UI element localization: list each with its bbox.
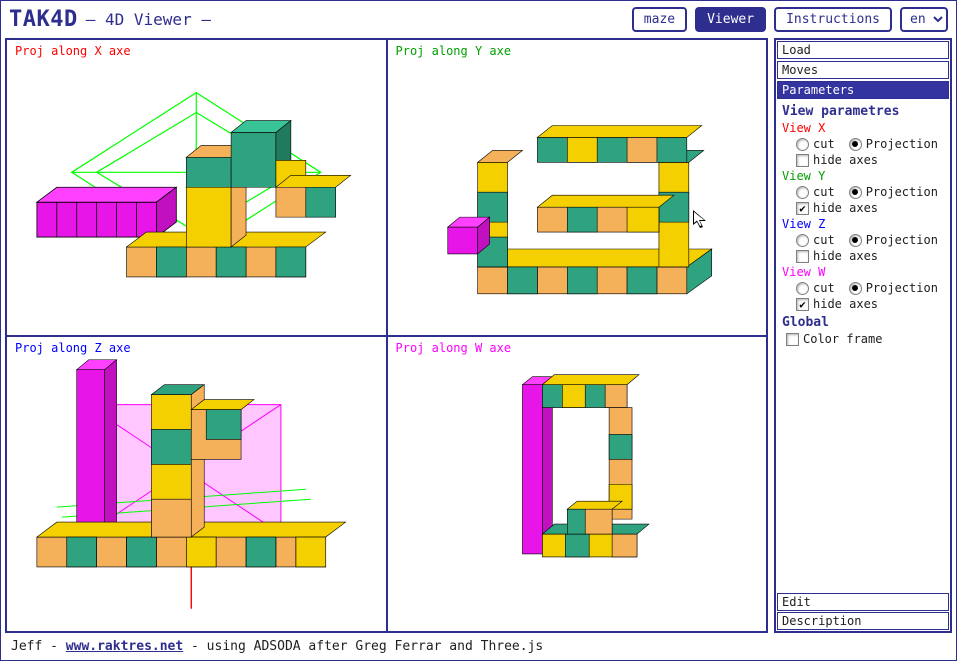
instructions-button[interactable]: Instructions [774,7,892,32]
sidebar-footer: Edit Description [776,592,950,631]
radio-projection-y[interactable] [849,186,862,199]
label-cut: cut [813,137,835,151]
color-frame-checkbox[interactable] [786,333,799,346]
maze-button[interactable]: maze [632,7,687,32]
label-projection: Projection [866,281,938,295]
language-select[interactable]: en [900,7,948,32]
view-group-label-w: View W [782,265,944,279]
view-z-canvas [7,337,386,632]
radio-projection-w[interactable] [849,282,862,295]
radio-cut-y[interactable] [796,186,809,199]
mode-row-y: cut Projection [782,185,944,199]
app-title: TAK4D [9,7,78,32]
view-group-label-y: View Y [782,169,944,183]
tab-edit[interactable]: Edit [777,593,949,611]
view-w-canvas [388,337,767,632]
radio-cut-x[interactable] [796,138,809,151]
footer: Jeff - www.raktres.net - using ADSODA af… [5,633,952,656]
sidebar: Load Moves Parameters View parametres Vi… [774,38,952,633]
label-projection: Projection [866,137,938,151]
views-grid: Proj along X axe [5,38,768,633]
label-hideaxes: hide axes [813,297,878,311]
view-w[interactable]: Proj along W axe [388,337,767,632]
view-group-x: View X cut Projection hide axes [782,121,944,167]
label-projection: Projection [866,185,938,199]
tab-parameters[interactable]: Parameters [777,81,949,99]
check-hideaxes-w[interactable] [796,298,809,311]
main: Proj along X axe [5,38,952,633]
tab-moves[interactable]: Moves [777,61,949,79]
footer-suffix: - using ADSODA after Greg Ferrar and Thr… [191,639,543,654]
view-y-canvas [388,40,767,335]
mode-row-x: cut Projection [782,137,944,151]
hideaxes-row-y: hide axes [782,201,944,215]
radio-cut-w[interactable] [796,282,809,295]
check-hideaxes-x[interactable] [796,154,809,167]
tab-load[interactable]: Load [777,41,949,59]
view-group-z: View Z cut Projection hide axes [782,217,944,263]
label-cut: cut [813,185,835,199]
header: TAK4D — 4D Viewer — maze Viewer Instruct… [5,5,952,38]
label-cut: cut [813,281,835,295]
panel-title: View parametres [782,104,944,119]
label-projection: Projection [866,233,938,247]
app-subtitle: — 4D Viewer — [86,10,211,29]
tab-description[interactable]: Description [777,612,949,630]
global-title: Global [782,315,944,330]
view-x-canvas [7,40,386,335]
label-hideaxes: hide axes [813,201,878,215]
label-hideaxes: hide axes [813,153,878,167]
radio-projection-z[interactable] [849,234,862,247]
viewer-button[interactable]: Viewer [695,7,766,32]
color-frame-label: Color frame [803,332,882,346]
footer-link[interactable]: www.raktres.net [66,639,183,654]
label-hideaxes: hide axes [813,249,878,263]
view-group-y: View Y cut Projection hide axes [782,169,944,215]
hideaxes-row-x: hide axes [782,153,944,167]
footer-prefix: Jeff - [11,639,66,654]
view-y[interactable]: Proj along Y axe [388,40,767,335]
radio-projection-x[interactable] [849,138,862,151]
check-hideaxes-z[interactable] [796,250,809,263]
view-groups: View X cut Projection hide axes View Y cut Pro… [782,121,944,311]
hideaxes-row-w: hide axes [782,297,944,311]
mode-row-z: cut Projection [782,233,944,247]
view-group-w: View W cut Projection hide axes [782,265,944,311]
view-x[interactable]: Proj along X axe [7,40,386,335]
label-cut: cut [813,233,835,247]
view-group-label-x: View X [782,121,944,135]
global-color-frame-row: Color frame [782,332,944,346]
mode-row-w: cut Projection [782,281,944,295]
app-window: TAK4D — 4D Viewer — maze Viewer Instruct… [0,0,957,661]
hideaxes-row-z: hide axes [782,249,944,263]
radio-cut-z[interactable] [796,234,809,247]
parameters-panel: View parametres View X cut Projection hide … [776,100,950,592]
view-group-label-z: View Z [782,217,944,231]
check-hideaxes-y[interactable] [796,202,809,215]
view-z[interactable]: Proj along Z axe [7,337,386,632]
